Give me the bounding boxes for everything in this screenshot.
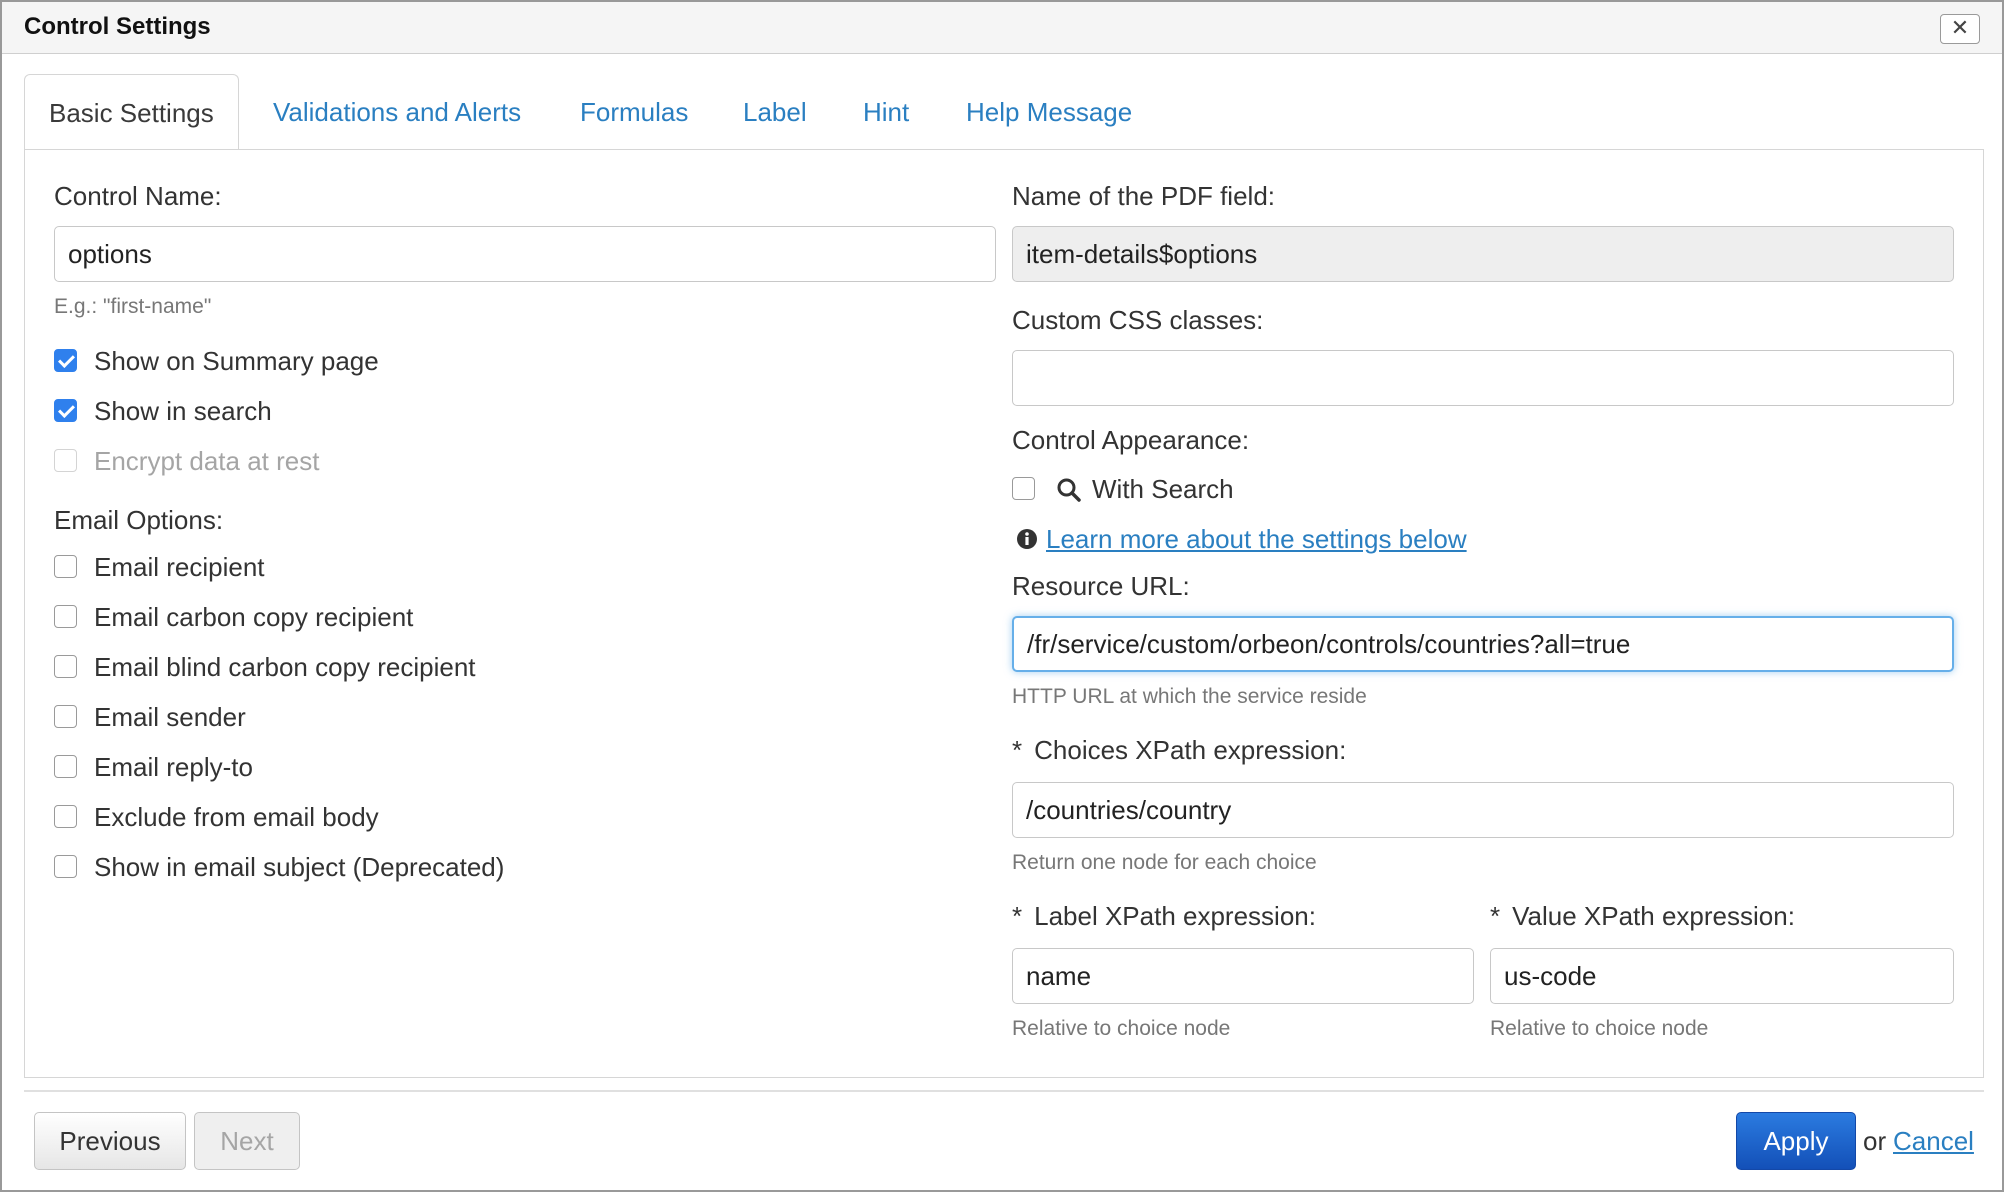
exclude-from-body-checkbox[interactable] — [54, 805, 77, 828]
resource-url-help: HTTP URL at which the service reside — [1012, 685, 1367, 708]
apply-button[interactable]: Apply — [1736, 1112, 1856, 1170]
control-appearance-label: Control Appearance: — [1012, 425, 1250, 455]
tab-help-message[interactable]: Help Message — [966, 74, 1132, 150]
show-in-subject-label: Show in email subject (Deprecated) — [94, 852, 505, 882]
email-sender-checkbox[interactable] — [54, 705, 77, 728]
tab-hint[interactable]: Hint — [863, 74, 909, 150]
show-on-summary-label: Show on Summary page — [94, 346, 379, 376]
label-xpath-required-marker: * — [1012, 901, 1023, 931]
control-name-help: E.g.: "first-name" — [54, 295, 212, 318]
with-search-label: With Search — [1092, 474, 1234, 504]
css-classes-input[interactable] — [1012, 350, 1954, 406]
label-xpath-label: Label XPath expression: — [1034, 901, 1316, 931]
control-settings-dialog: Control Settings ✕ Basic Settings Valida… — [0, 0, 2004, 1192]
pdf-field-label: Name of the PDF field: — [1012, 181, 1275, 211]
email-cc-checkbox[interactable] — [54, 605, 77, 628]
learn-more-link[interactable]: Learn more about the settings below — [1046, 522, 1467, 556]
dialog-titlebar: Control Settings ✕ — [2, 2, 2002, 54]
show-in-subject-checkbox[interactable] — [54, 855, 77, 878]
show-in-search-checkbox[interactable] — [54, 399, 77, 422]
next-button: Next — [194, 1112, 300, 1170]
previous-button[interactable]: Previous — [34, 1112, 186, 1170]
label-xpath-input[interactable]: name — [1012, 948, 1474, 1004]
tab-validations-and-alerts[interactable]: Validations and Alerts — [273, 74, 521, 150]
email-sender-label: Email sender — [94, 702, 246, 732]
close-button[interactable]: ✕ — [1940, 14, 1980, 44]
choices-xpath-input[interactable]: /countries/country — [1012, 782, 1954, 838]
email-bcc-checkbox[interactable] — [54, 655, 77, 678]
choices-xpath-label-row: * Choices XPath expression: — [1012, 735, 1346, 766]
encrypt-data-label: Encrypt data at rest — [94, 446, 320, 476]
search-icon — [1057, 478, 1081, 502]
value-xpath-help: Relative to choice node — [1490, 1017, 1709, 1040]
encrypt-data-checkbox — [54, 449, 77, 472]
show-in-search-label: Show in search — [94, 396, 272, 426]
email-reply-to-label: Email reply-to — [94, 752, 253, 782]
tab-label[interactable]: Label — [743, 74, 807, 150]
value-xpath-input[interactable]: us-code — [1490, 948, 1954, 1004]
footer-divider — [24, 1090, 1984, 1092]
label-xpath-label-row: * Label XPath expression: — [1012, 901, 1316, 932]
value-xpath-required-marker: * — [1490, 901, 1501, 931]
email-reply-to-checkbox[interactable] — [54, 755, 77, 778]
tab-basic-settings[interactable]: Basic Settings — [24, 74, 239, 151]
tab-formulas[interactable]: Formulas — [580, 74, 688, 150]
pdf-field-input: item-details$options — [1012, 226, 1954, 282]
value-xpath-label: Value XPath expression: — [1512, 901, 1795, 931]
value-xpath-label-row: * Value XPath expression: — [1490, 901, 1795, 932]
resource-url-label: Resource URL: — [1012, 571, 1190, 601]
resource-url-input[interactable]: /fr/service/custom/orbeon/controls/count… — [1012, 616, 1954, 672]
email-recipient-label: Email recipient — [94, 552, 265, 582]
cancel-link[interactable]: Cancel — [1893, 1126, 1974, 1157]
css-classes-label: Custom CSS classes: — [1012, 305, 1264, 335]
footer-or-text: or — [1863, 1126, 1887, 1156]
email-options-label: Email Options: — [54, 505, 224, 535]
email-bcc-label: Email blind carbon copy recipient — [94, 652, 476, 682]
choices-xpath-required-marker: * — [1012, 735, 1023, 765]
with-search-checkbox[interactable] — [1012, 477, 1035, 500]
choices-xpath-help: Return one node for each choice — [1012, 851, 1317, 874]
show-on-summary-checkbox[interactable] — [54, 349, 77, 372]
info-icon — [1017, 529, 1037, 549]
email-cc-label: Email carbon copy recipient — [94, 602, 414, 632]
email-recipient-checkbox[interactable] — [54, 555, 77, 578]
label-xpath-help: Relative to choice node — [1012, 1017, 1231, 1040]
control-name-input[interactable]: options — [54, 226, 996, 282]
control-name-label: Control Name: — [54, 181, 222, 211]
dialog-title: Control Settings — [24, 13, 211, 40]
close-icon: ✕ — [1950, 15, 1970, 40]
choices-xpath-label: Choices XPath expression: — [1034, 735, 1347, 765]
exclude-from-body-label: Exclude from email body — [94, 802, 379, 832]
